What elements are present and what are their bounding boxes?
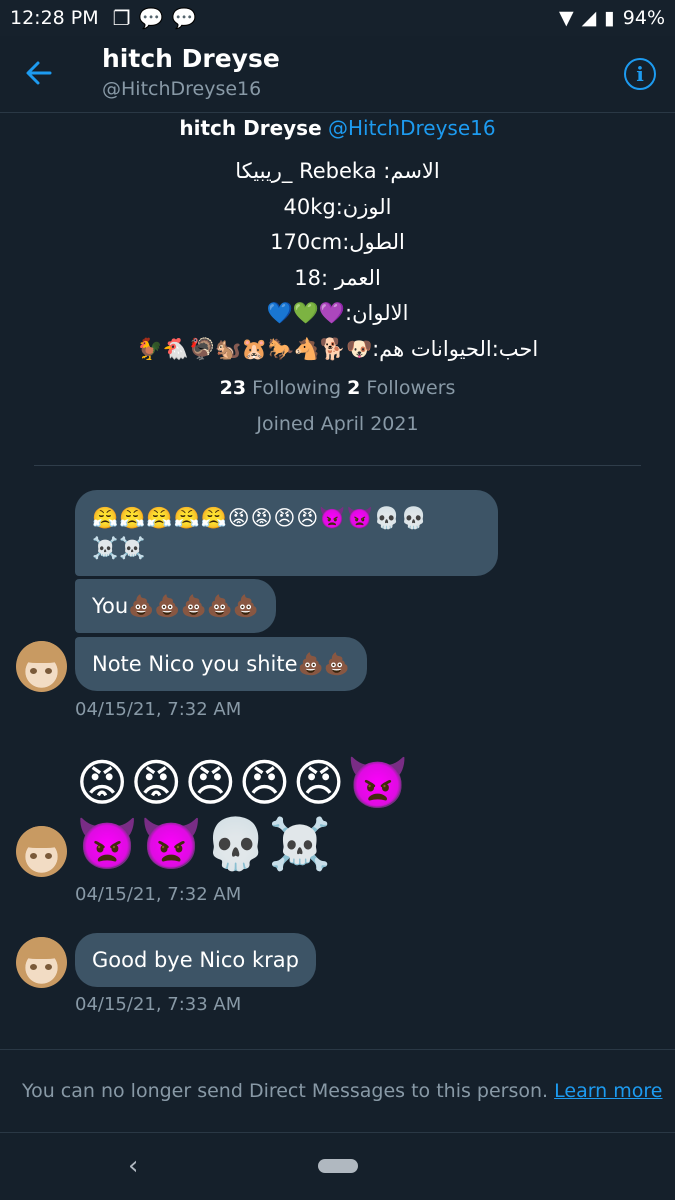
recent-apps-icon: ❐ <box>112 6 131 30</box>
bio-line: الاسم: Rebeka _ريبيكا <box>235 159 440 183</box>
profile-card: hitch Dreyse @HitchDreyse16 الاسم: Rebek… <box>0 112 675 435</box>
emoji-message-row[interactable]: 👿👿💀☠️ <box>76 813 333 875</box>
nav-home-pill[interactable] <box>318 1159 358 1173</box>
nav-back-icon[interactable]: ‹ <box>128 1151 138 1181</box>
header-handle: @HitchDreyse16 <box>102 78 262 100</box>
profile-bio: الاسم: Rebeka _ريبيكا الوزن:40kg الطول:1… <box>0 154 675 367</box>
bio-line: احب:الحيوانات هم:🐶🐕🐴🐎🐹🐿️🦃🐔🐓 <box>136 336 539 361</box>
battery-percent: 94% <box>622 7 665 29</box>
battery-icon: ▮ <box>604 7 615 29</box>
bio-line: العمر :18 <box>294 265 381 290</box>
chat-bubble-icon: 💬 <box>171 6 197 30</box>
header-name: hitch Dreyse <box>102 44 280 73</box>
conversation-header: hitch Dreyse @HitchDreyse16 i <box>0 36 675 113</box>
profile-handle: @HitchDreyse16 <box>328 116 496 140</box>
message-bubble[interactable]: Note Nico you shite💩💩 <box>75 637 367 691</box>
info-icon[interactable]: i <box>624 58 656 90</box>
wifi-icon: ▼ <box>559 7 574 29</box>
status-time: 12:28 PM <box>10 7 99 29</box>
message-bubble[interactable]: Good bye Nico krap <box>75 933 316 987</box>
emoji-message-row[interactable]: 😡😡😠😠😠👿 <box>76 752 411 814</box>
joined-date: Joined April 2021 <box>256 413 419 435</box>
learn-more-link[interactable]: Learn more <box>554 1080 662 1102</box>
dm-disabled-notice: You can no longer send Direct Messages t… <box>0 1049 675 1133</box>
profile-name-line[interactable]: hitch Dreyse @HitchDreyse16 <box>0 116 675 140</box>
signal-icon: ◢ <box>581 7 597 29</box>
message-timestamp: 04/15/21, 7:32 AM <box>75 884 242 905</box>
chat-bubble-icon: 💬 <box>138 6 164 30</box>
status-bar: 12:28 PM ❐ 💬 💬 ▼ ◢ ▮ 94% <box>0 0 675 36</box>
bio-line: الطول:170cm <box>270 230 405 254</box>
following-link[interactable]: 23 Following <box>220 377 341 399</box>
profile-name: hitch Dreyse <box>179 116 322 140</box>
avatar[interactable] <box>16 937 67 988</box>
message-timestamp: 04/15/21, 7:32 AM <box>75 699 242 720</box>
android-nav-bar: ‹ <box>0 1133 675 1200</box>
avatar[interactable] <box>16 826 67 877</box>
followers-link[interactable]: 2 Followers <box>347 377 455 399</box>
bio-line: الوزن:40kg <box>283 194 392 219</box>
avatar[interactable] <box>16 641 67 692</box>
profile-stats: 23 Following 2 Followers <box>0 377 675 399</box>
bio-line: الالوان:💜💚💙 <box>266 301 409 325</box>
message-bubble[interactable]: You💩💩💩💩💩 <box>75 579 276 633</box>
divider <box>34 465 641 466</box>
back-arrow-icon[interactable] <box>24 58 54 88</box>
dm-disabled-text: You can no longer send Direct Messages t… <box>22 1080 663 1102</box>
message-bubble[interactable]: 😤😤😤😤😤😡😡😠😠👿👿💀💀☠️☠️ <box>75 490 498 576</box>
message-timestamp: 04/15/21, 7:33 AM <box>75 994 242 1015</box>
